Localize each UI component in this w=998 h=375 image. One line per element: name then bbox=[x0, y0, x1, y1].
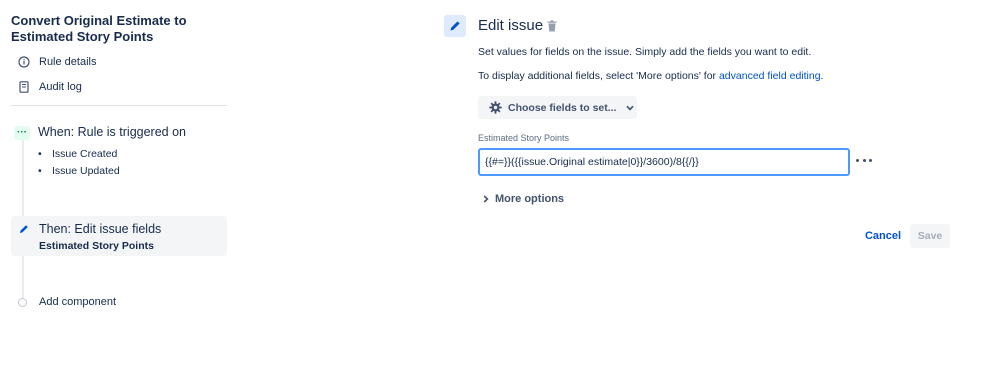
advanced-prefix: To display additional fields, select 'Mo… bbox=[478, 70, 719, 82]
trigger-item: Issue Updated bbox=[38, 163, 120, 180]
more-options-toggle[interactable]: More options bbox=[482, 193, 564, 205]
action-title: Then: Edit issue fields bbox=[39, 222, 162, 236]
trigger-list: Issue Created Issue Updated bbox=[38, 146, 120, 180]
action-subtitle: Estimated Story Points bbox=[39, 240, 154, 252]
add-component-button[interactable]: Add component bbox=[18, 296, 116, 308]
trigger-dots-icon: ··· bbox=[14, 126, 30, 140]
chevron-down-icon bbox=[625, 103, 635, 113]
choose-fields-label: Choose fields to set... bbox=[508, 101, 617, 114]
editor-description-advanced: To display additional fields, select 'Mo… bbox=[478, 70, 823, 82]
add-component-dot-icon bbox=[18, 297, 27, 307]
story-points-field-label: Estimated Story Points bbox=[478, 133, 570, 143]
advanced-suffix: . bbox=[820, 70, 824, 82]
edit-pencil-icon bbox=[444, 15, 466, 37]
trigger-item: Issue Created bbox=[38, 146, 120, 163]
action-component[interactable]: Then: Edit issue fields Estimated Story … bbox=[11, 216, 227, 256]
rule-title: Convert Original Estimate to Estimated S… bbox=[11, 13, 187, 44]
choose-fields-button[interactable]: Choose fields to set... bbox=[478, 96, 637, 119]
gear-icon bbox=[488, 101, 502, 115]
editor-title: Edit issue bbox=[478, 17, 544, 34]
chevron-right-icon bbox=[482, 194, 490, 204]
audit-log-link[interactable]: Audit log bbox=[17, 78, 82, 96]
more-options-label: More options bbox=[495, 193, 565, 205]
advanced-field-editing-link[interactable]: advanced field editing bbox=[719, 70, 821, 82]
save-button[interactable]: Save bbox=[910, 224, 950, 248]
more-actions-icon[interactable] bbox=[856, 155, 872, 165]
info-icon bbox=[17, 55, 31, 69]
sidebar-divider bbox=[11, 105, 227, 106]
editor-description: Set values for fields on the issue. Simp… bbox=[478, 46, 812, 58]
trash-icon[interactable] bbox=[546, 19, 558, 33]
trigger-title: When: Rule is triggered on bbox=[38, 125, 186, 139]
add-component-label: Add component bbox=[39, 296, 117, 308]
cancel-button[interactable]: Cancel bbox=[862, 224, 904, 248]
rule-details-link[interactable]: Rule details bbox=[17, 53, 96, 71]
rule-details-label: Rule details bbox=[39, 56, 97, 68]
audit-log-label: Audit log bbox=[39, 81, 82, 93]
document-icon bbox=[17, 80, 31, 94]
story-points-input[interactable] bbox=[478, 148, 850, 176]
pencil-icon bbox=[17, 222, 31, 236]
